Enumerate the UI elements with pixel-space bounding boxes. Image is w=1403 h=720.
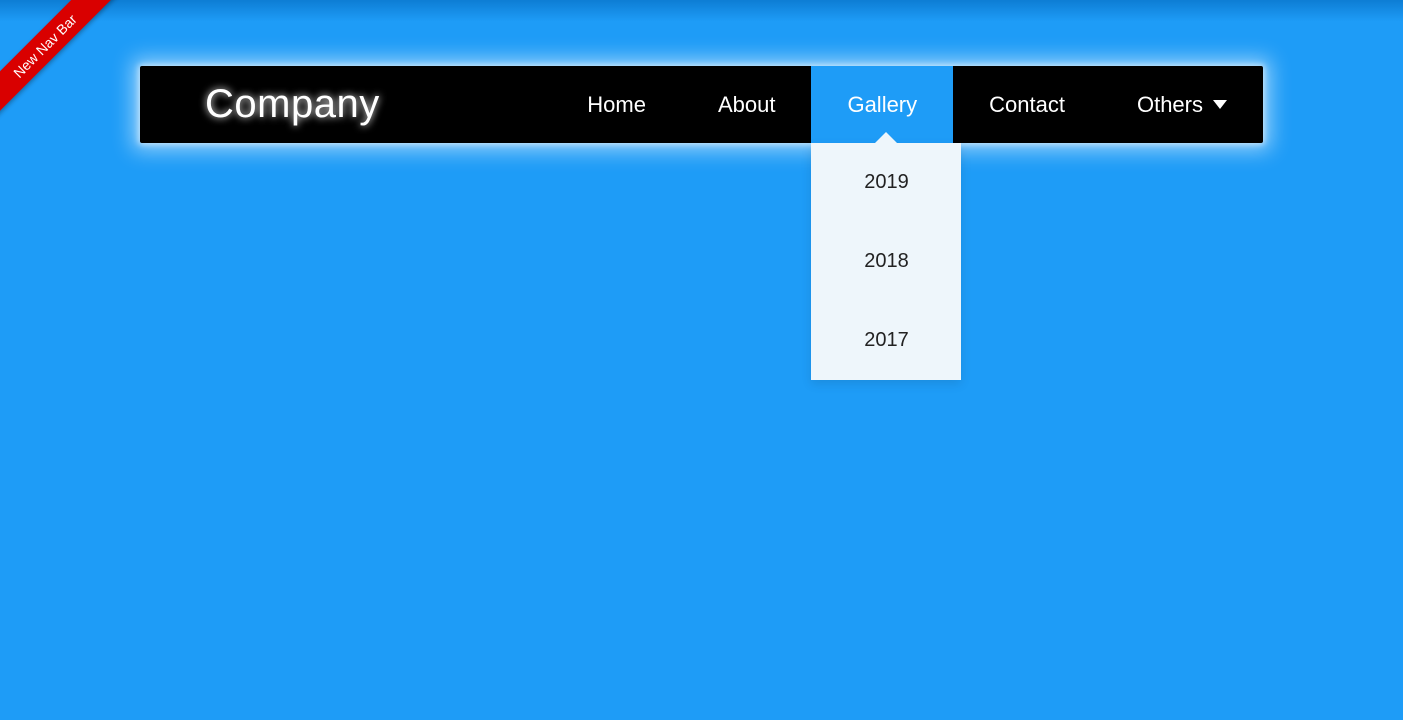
nav-label: Contact: [989, 92, 1065, 118]
nav-list: Home About Gallery 2019 2018 2017 Contac…: [551, 66, 1263, 143]
dropdown-item-2018[interactable]: 2018: [811, 222, 961, 301]
nav-label: About: [718, 92, 776, 118]
dropdown-item-2017[interactable]: 2017: [811, 301, 961, 380]
nav-item-home[interactable]: Home: [551, 66, 682, 143]
chevron-down-icon: [1213, 100, 1227, 109]
gallery-dropdown: 2019 2018 2017: [811, 143, 961, 380]
nav-item-gallery[interactable]: Gallery 2019 2018 2017: [811, 66, 953, 143]
dropdown-item-2019[interactable]: 2019: [811, 143, 961, 222]
nav-label: Others: [1137, 92, 1203, 118]
nav-item-about[interactable]: About: [682, 66, 812, 143]
nav-item-others[interactable]: Others: [1101, 66, 1263, 143]
nav-item-contact[interactable]: Contact: [953, 66, 1101, 143]
nav-label: Gallery: [847, 92, 917, 118]
navbar: Company Home About Gallery 2019 2018 201…: [140, 66, 1263, 143]
nav-label: Home: [587, 92, 646, 118]
brand-logo[interactable]: Company: [140, 82, 380, 127]
ribbon-label: New Nav Bar: [0, 0, 126, 127]
corner-ribbon: New Nav Bar: [0, 0, 140, 140]
